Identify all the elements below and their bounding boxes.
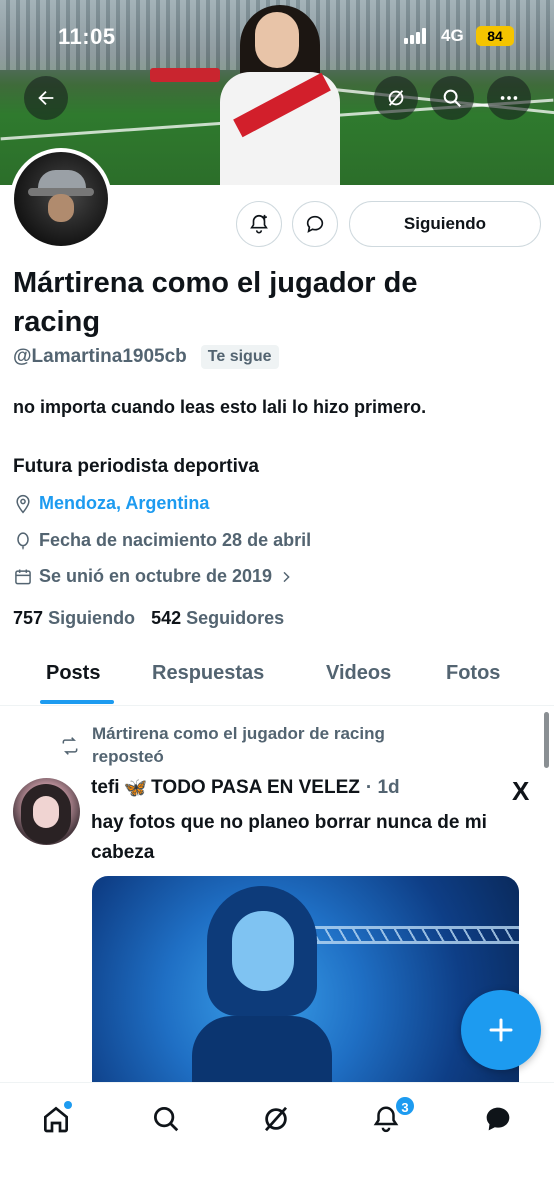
home-unread-dot [64,1101,72,1109]
tab-photos[interactable]: Fotos [446,662,500,685]
grok-icon [388,90,404,106]
post-image[interactable] [92,876,519,1082]
location-link[interactable]: Mendoza, Argentina [39,493,209,514]
post-text: hay fotos que no planeo borrar nunca de … [91,812,487,863]
post-time: · 1d [365,777,400,798]
post-author-suffix: TODO PASA EN VELEZ [151,777,360,798]
joined-text: Se unió en octubre de 2019 [39,566,273,586]
messages-icon [486,1107,510,1131]
tab-posts[interactable]: Posts [46,662,100,685]
repost-icon [62,737,78,755]
nav-home[interactable] [36,1099,76,1139]
handle-row: @Lamartina1905cb Te sigue [13,345,279,369]
post-author-avatar[interactable] [13,778,80,845]
follows-you-badge: Te sigue [200,345,279,369]
status-time: 11:05 [58,24,116,49]
x-logo-icon[interactable]: X [512,776,529,807]
plus-icon [489,1018,513,1042]
chevron-right-icon [283,571,290,582]
calendar-icon [15,569,31,584]
avatar-image [14,152,108,246]
following-button[interactable]: Siguiendo [349,201,541,247]
profile-bio: no importa cuando leas esto lali lo hizo… [13,397,427,417]
repost-indicator: Mártirena como el jugador de racing repo… [60,722,392,768]
grok-button[interactable] [374,76,418,120]
nav-messages[interactable] [478,1099,518,1139]
search-icon [154,1107,179,1132]
profile-tabs: Posts Respuestas Videos Fotos [0,650,554,706]
network-type: 4G [441,26,464,45]
bottom-nav: 3 [0,1082,554,1200]
notify-button[interactable] [236,201,282,247]
birthday-text: Fecha de nacimiento 28 de abril [39,530,312,550]
tab-replies[interactable]: Respuestas [152,662,264,685]
status-bar: 11:05 4G 84 [0,22,554,52]
notification-count-badge: 3 [394,1095,416,1117]
back-button[interactable] [24,76,68,120]
message-button[interactable] [292,201,338,247]
grok-icon [264,1106,288,1132]
chat-bubble-icon [306,215,324,233]
active-tab-indicator [40,700,114,704]
profile-name: Mártirena como el jugador de racing [13,267,418,338]
tab-videos[interactable]: Videos [326,662,391,685]
followers-stat[interactable]: 542 Seguidores [151,608,284,629]
search-icon [443,89,461,107]
repost-label: Mártirena como el jugador de racing repo… [92,724,385,766]
bell-plus-icon [250,214,268,234]
more-button[interactable] [487,76,531,120]
balloon-icon [17,531,29,549]
post-header: tefi 🦋 TODO PASA EN VELEZ · 1d [91,776,400,800]
scrollbar[interactable] [544,712,549,768]
follow-stats: 757 Siguiendo 542 Seguidores [13,608,284,629]
location-row: Mendoza, Argentina [13,493,209,514]
compose-button[interactable] [461,990,541,1070]
search-button[interactable] [430,76,474,120]
singer-figure [192,886,332,1082]
arrow-left-icon [38,90,54,106]
profile-handle: @Lamartina1905cb [13,346,187,367]
nav-grok[interactable] [256,1099,296,1139]
location-pin-icon [16,494,30,513]
following-stat[interactable]: 757 Siguiendo [13,608,135,629]
nav-search[interactable] [146,1099,186,1139]
butterfly-emoji: 🦋 [123,778,148,799]
birthday-row: Fecha de nacimiento 28 de abril [13,530,311,551]
joined-row[interactable]: Se unió en octubre de 2019 [13,566,300,587]
post-author-name[interactable]: tefi [91,777,120,799]
profile-bio-line2: Futura periodista deportiva [13,456,259,477]
more-icon [500,96,518,100]
battery-icon: 84 [476,26,514,46]
signal-icon [404,28,428,44]
profile-avatar[interactable] [10,148,112,250]
